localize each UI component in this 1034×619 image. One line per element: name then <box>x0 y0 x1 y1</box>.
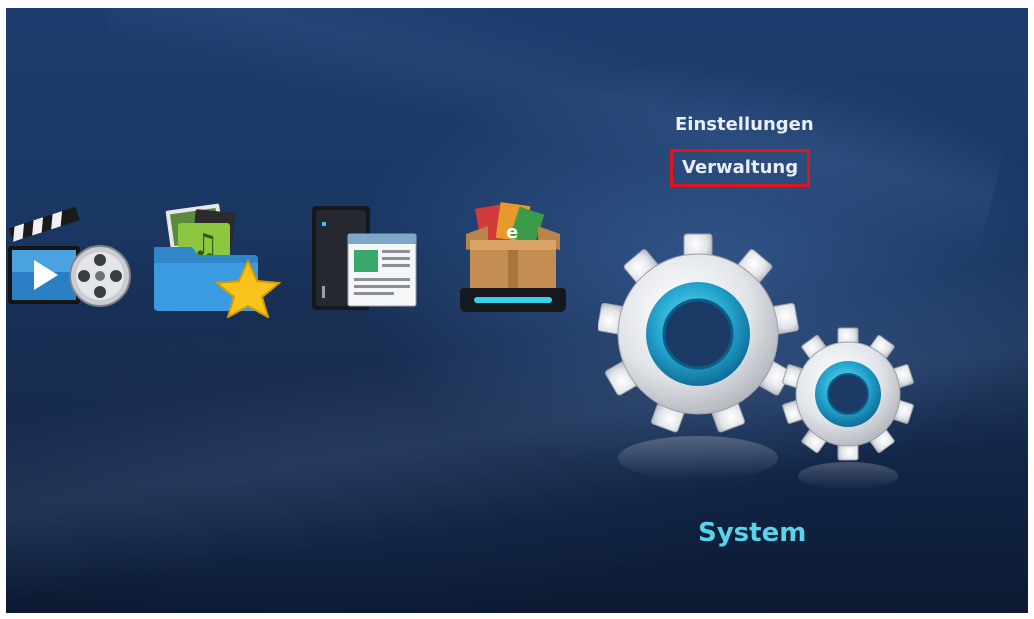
app-screen: ♫ e Einstellungen Verwaltung System <box>6 8 1028 613</box>
menu-item-verwaltung[interactable]: Verwaltung <box>670 149 811 187</box>
system-label[interactable]: System <box>698 518 806 548</box>
video-icon[interactable] <box>6 198 136 318</box>
svg-text:e: e <box>506 222 518 243</box>
menu-item-einstellungen[interactable]: Einstellungen <box>675 114 814 135</box>
nas-server-icon[interactable] <box>306 200 421 315</box>
music-photo-icon[interactable]: ♫ <box>148 203 283 318</box>
gears-icon[interactable] <box>597 226 928 500</box>
package-box-icon[interactable]: e <box>458 198 568 318</box>
